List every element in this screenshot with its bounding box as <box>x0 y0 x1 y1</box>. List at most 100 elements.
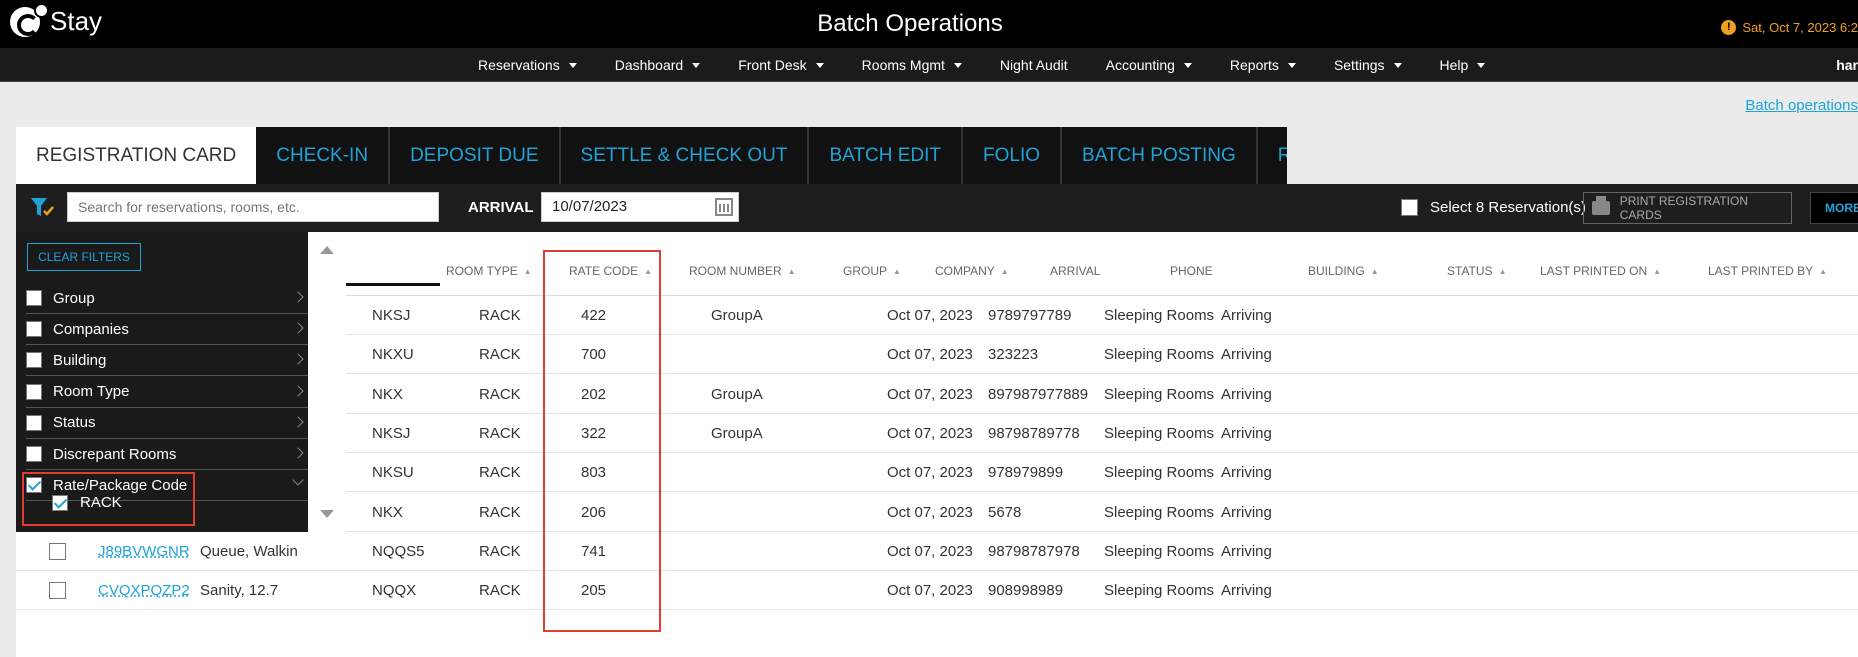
cell-room-type: NKX <box>372 385 403 403</box>
more-button[interactable]: MORE <box>1810 192 1858 224</box>
cell-room-type: NQQX <box>372 582 417 600</box>
header-building[interactable]: BUILDING ▲ <box>1308 264 1379 278</box>
header-last-printed-by[interactable]: LAST PRINTED BY ▲ <box>1708 264 1827 278</box>
filter-checkbox[interactable] <box>26 290 42 306</box>
cell-room-type: NKSJ <box>372 424 411 442</box>
nav-settings[interactable]: Settings <box>1334 48 1418 82</box>
nav-reservations[interactable]: Reservations <box>478 48 593 82</box>
filter-option-rack[interactable]: RACK <box>52 494 122 511</box>
search-input[interactable] <box>67 192 439 222</box>
header-company[interactable]: COMPANY ▲ <box>935 264 1009 278</box>
filter-panel-scrollbar[interactable] <box>308 232 346 532</box>
filter-discrepant-rooms[interactable]: Discrepant Rooms <box>26 439 312 470</box>
tab-deposit-due[interactable]: DEPOSIT DUE <box>390 127 561 184</box>
cell-building: Sleeping Rooms <box>1104 503 1215 521</box>
calendar-icon[interactable] <box>715 198 733 216</box>
cell-room-type: NQQS5 <box>372 542 425 560</box>
filter-checkbox[interactable] <box>26 414 42 431</box>
cell-building: Sleeping Rooms <box>1104 385 1215 403</box>
header-status[interactable]: STATUS ▲ <box>1447 264 1506 278</box>
cell-room-number: 322 <box>581 424 607 442</box>
sort-icon: ▲ <box>644 267 653 277</box>
cell-group: GroupA <box>711 424 763 442</box>
cell-conf[interactable]: CVQXPQZP2 <box>98 582 190 599</box>
cell-room-number: 422 <box>581 307 607 324</box>
nav-help[interactable]: Help <box>1440 48 1502 82</box>
cell-room-number: 205 <box>581 582 607 600</box>
main-nav: Reservations Dashboard Front Desk Rooms Mgm… <box>0 48 1858 82</box>
cell-arrival: Oct 07, 2023 <box>887 385 973 403</box>
tab-registration-card[interactable]: REGISTRATION CARD <box>16 127 257 184</box>
cell-phone: 897987977889 <box>988 385 1089 403</box>
cell-status: Arriving <box>1221 542 1272 560</box>
cell-room-number: 803 <box>581 464 607 482</box>
select-all[interactable]: Select 8 Reservation(s) <box>1401 199 1586 216</box>
tab-batch-edit[interactable]: BATCH EDIT <box>809 127 963 184</box>
chevron-right-icon[interactable] <box>292 447 304 459</box>
filter-companies[interactable]: Companies <box>26 314 312 346</box>
chevron-right-icon[interactable] <box>292 416 304 428</box>
tab-settle-check-out[interactable]: SETTLE & CHECK OUT <box>560 127 810 184</box>
rack-checkbox[interactable] <box>52 494 68 511</box>
arrival-date-input[interactable]: 10/07/2023 <box>541 192 739 222</box>
chevron-right-icon[interactable] <box>292 353 304 366</box>
nav-accounting[interactable]: Accounting <box>1106 48 1208 82</box>
print-registration-cards-button[interactable]: PRINT REGISTRATION CARDS <box>1583 192 1792 224</box>
chevron-down-icon[interactable] <box>292 474 304 486</box>
batch-operations-link[interactable]: Batch operations <box>1745 97 1858 114</box>
filter-checkbox[interactable] <box>26 477 42 494</box>
cell-name: Queue, Walkin <box>200 542 298 560</box>
tab-check-in[interactable]: CHECK-IN <box>256 127 391 184</box>
cell-arrival: Oct 07, 2023 <box>887 503 973 521</box>
nav-menu: Reservations Dashboard Front Desk Rooms Mgm… <box>478 48 1523 82</box>
filter-icon[interactable] <box>30 196 56 220</box>
row-checkbox[interactable] <box>49 542 66 560</box>
select-all-checkbox[interactable] <box>1401 199 1418 216</box>
cell-arrival: Oct 07, 2023 <box>887 464 973 482</box>
header-phone[interactable]: PHONE <box>1170 264 1213 278</box>
row-checkbox[interactable] <box>49 582 66 600</box>
nav-night-audit[interactable]: Night Audit <box>1000 48 1084 82</box>
cell-rate-code: RACK <box>479 503 521 521</box>
header-room-number[interactable]: ROOM NUMBER ▲ <box>689 264 796 278</box>
nav-reports[interactable]: Reports <box>1230 48 1312 82</box>
chevron-right-icon[interactable] <box>292 322 304 334</box>
tab-batch-posting[interactable]: BATCH POSTING <box>1062 127 1258 184</box>
datetime-display: ! Sat, Oct 7, 2023 6:2 <box>1721 20 1858 35</box>
tab-bar-filler <box>1287 127 1858 184</box>
header-room-type[interactable]: ROOM TYPE ▲ <box>446 264 532 278</box>
cell-arrival: Oct 07, 2023 <box>887 582 973 600</box>
table-row[interactable]: J89BVWGNR Queue, Walkin NQQS5 RACK 741 Oct 07… <box>16 532 1858 571</box>
filter-checkbox[interactable] <box>26 321 42 338</box>
filter-checkbox[interactable] <box>26 446 42 462</box>
chevron-down-icon <box>1477 62 1486 68</box>
user-name[interactable]: har <box>1836 48 1858 82</box>
filter-group[interactable]: Group <box>26 283 312 314</box>
header-rate-code[interactable]: RATE CODE ▲ <box>569 264 652 278</box>
chevron-right-icon[interactable] <box>292 291 304 303</box>
header-arrival[interactable]: ARRIVAL <box>1050 264 1100 278</box>
warning-icon[interactable]: ! <box>1721 20 1737 35</box>
header-group[interactable]: GROUP ▲ <box>843 264 901 278</box>
filter-status[interactable]: Status <box>26 408 312 439</box>
table-row[interactable]: CVQXPQZP2 Sanity, 12.7 NQQX RACK 205 Oct 07, … <box>16 571 1858 611</box>
print-button-label: PRINT REGISTRATION CARDS <box>1619 194 1748 222</box>
tab-folio[interactable]: FOLIO <box>963 127 1063 184</box>
rack-label: RACK <box>80 494 122 511</box>
filter-building[interactable]: Building <box>26 345 312 377</box>
nav-front-desk[interactable]: Front Desk <box>738 48 839 82</box>
sort-icon: ▲ <box>523 267 532 277</box>
filter-checkbox[interactable] <box>26 383 42 400</box>
nav-rooms-mgmt[interactable]: Rooms Mgmt <box>862 48 978 82</box>
cell-conf[interactable]: J89BVWGNR <box>98 543 190 560</box>
scroll-down-icon[interactable] <box>320 510 334 518</box>
scroll-up-icon[interactable] <box>320 246 334 254</box>
nav-dashboard[interactable]: Dashboard <box>615 48 717 82</box>
filter-checkbox[interactable] <box>26 352 42 369</box>
header-last-printed-on[interactable]: LAST PRINTED ON ▲ <box>1540 264 1661 278</box>
clear-filters-button[interactable]: CLEAR FILTERS <box>27 243 141 271</box>
cell-status: Arriving <box>1221 582 1272 600</box>
filter-room-type[interactable]: Room Type <box>26 377 312 408</box>
chevron-right-icon[interactable] <box>292 384 304 397</box>
cell-room-type: NKXU <box>372 346 414 364</box>
